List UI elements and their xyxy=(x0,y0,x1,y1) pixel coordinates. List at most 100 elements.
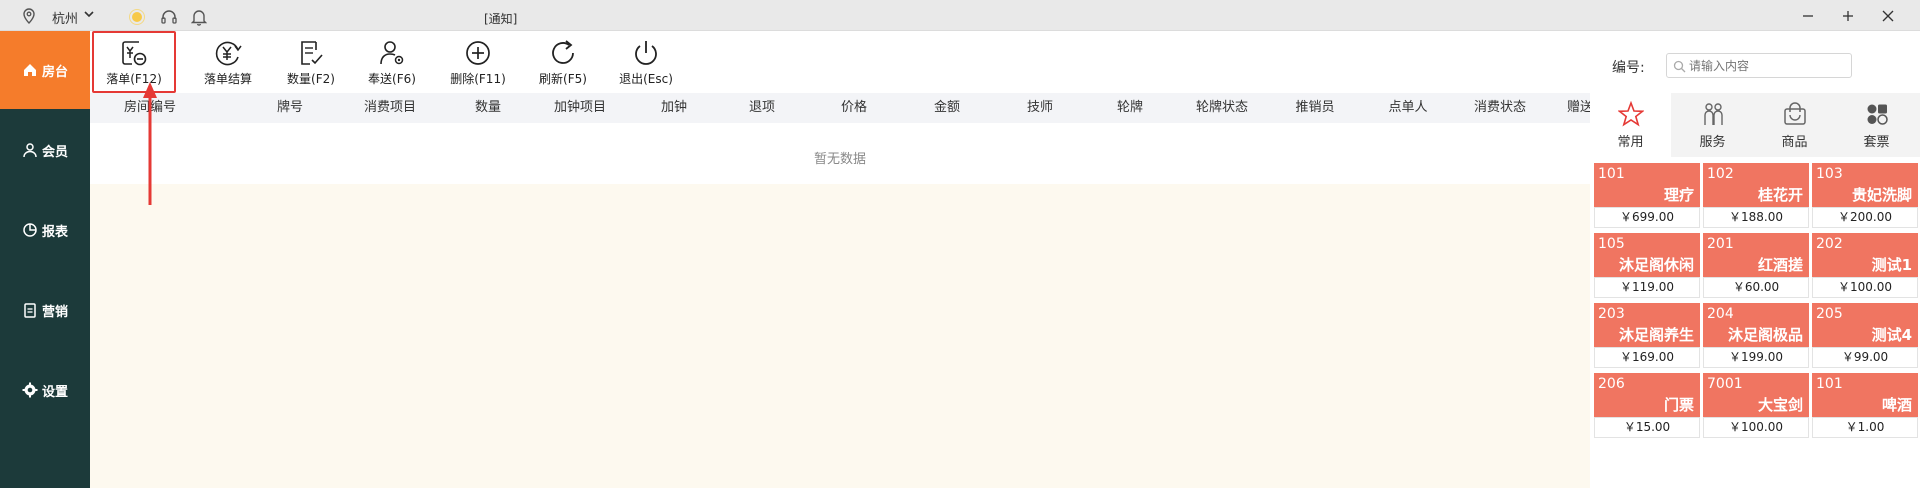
column-header: 牌号 xyxy=(276,100,303,115)
product-code: 203 xyxy=(1598,306,1625,322)
product-code: 101 xyxy=(1816,376,1843,392)
sidebar-item-settings[interactable]: 设置 xyxy=(0,351,90,429)
people-icon xyxy=(1703,102,1723,125)
notice-link[interactable]: [通知] xyxy=(484,10,517,27)
product-card[interactable]: 103 贵妃洗脚 ￥200.00 xyxy=(1812,163,1918,228)
star-icon xyxy=(1617,100,1644,127)
annotation-arrow xyxy=(143,82,157,205)
yen-minus-icon xyxy=(122,40,147,65)
clipboard-icon xyxy=(24,303,36,318)
column-header: 点单人 xyxy=(1388,100,1428,115)
user-icon xyxy=(23,143,37,158)
exit-button[interactable]: 退出(Esc) xyxy=(610,31,682,93)
column-header: 价格 xyxy=(840,100,867,115)
product-price: ￥188.00 xyxy=(1703,207,1809,228)
bell-icon[interactable] xyxy=(191,8,207,26)
tab-goods[interactable]: 商品 xyxy=(1754,93,1835,157)
product-card[interactable]: 105 沐足阁休闲 ￥119.00 xyxy=(1594,233,1700,298)
tool-label: 退出(Esc) xyxy=(619,71,673,86)
product-card[interactable]: 204 沐足阁极品 ￥199.00 xyxy=(1703,303,1809,368)
gift-button[interactable]: 奉送(F6) xyxy=(356,31,428,93)
sidebar-item-report[interactable]: 报表 xyxy=(0,191,90,269)
product-price: ￥100.00 xyxy=(1703,417,1809,438)
toolbar: 落单(F12) 落单结算 数量(F2) 奉送(F6) 删除(F11) 刷新(F5… xyxy=(90,31,1920,93)
product-card-header: 101 啤酒 xyxy=(1812,373,1918,417)
search-input[interactable] xyxy=(1689,56,1847,75)
product-card[interactable]: 206 门票 ￥15.00 xyxy=(1594,373,1700,438)
product-card-header: 206 门票 xyxy=(1594,373,1700,417)
tab-label: 常用 xyxy=(1617,134,1644,150)
column-header: 轮牌状态 xyxy=(1195,100,1248,115)
city-selector[interactable]: 杭州 xyxy=(52,8,78,27)
product-card[interactable]: 102 桂花开 ￥188.00 xyxy=(1703,163,1809,228)
product-card[interactable]: 7001 大宝剑 ￥100.00 xyxy=(1703,373,1809,438)
product-price: ￥100.00 xyxy=(1812,277,1918,298)
close-icon[interactable] xyxy=(1878,6,1898,26)
sidebar-item-room[interactable]: 房台 xyxy=(0,31,90,109)
lightbulb-icon[interactable] xyxy=(128,8,146,26)
column-header: 消费项目 xyxy=(363,100,416,115)
product-card[interactable]: 202 测试1 ￥100.00 xyxy=(1812,233,1918,298)
empty-state-text: 暂无数据 xyxy=(813,152,866,167)
product-panel: 常用 服务 商品 套票 101 理疗 ￥699.00 102 桂花开 ￥188.00… xyxy=(1590,93,1920,488)
product-name: 啤酒 xyxy=(1881,396,1912,414)
refresh-button[interactable]: 刷新(F5) xyxy=(530,31,596,93)
headset-icon[interactable] xyxy=(160,8,178,26)
delete-button[interactable]: 删除(F11) xyxy=(440,31,516,93)
product-price: ￥60.00 xyxy=(1703,277,1809,298)
sidebar-item-label: 房台 xyxy=(41,64,68,80)
sidebar-item-marketing[interactable]: 营销 xyxy=(0,271,90,349)
product-name: 沐足阁极品 xyxy=(1727,326,1803,344)
sidebar-item-member[interactable]: 会员 xyxy=(0,111,90,189)
tab-label: 套票 xyxy=(1863,134,1890,150)
product-name: 门票 xyxy=(1663,396,1694,414)
place-order-button[interactable]: 落单(F12) xyxy=(92,31,176,93)
product-card-header: 203 沐足阁养生 xyxy=(1594,303,1700,347)
title-bar: 杭州 [通知] xyxy=(0,0,1920,31)
product-name: 红酒搓 xyxy=(1757,256,1803,274)
order-checkout-button[interactable]: 落单结算 xyxy=(190,31,266,93)
product-card-header: 202 测试1 xyxy=(1812,233,1918,277)
product-code: 105 xyxy=(1598,236,1625,252)
gear-icon xyxy=(22,382,38,398)
product-card[interactable]: 201 红酒搓 ￥60.00 xyxy=(1703,233,1809,298)
product-name: 测试1 xyxy=(1871,256,1912,274)
chevron-down-icon[interactable] xyxy=(84,9,94,19)
tab-common[interactable]: 常用 xyxy=(1590,93,1671,157)
sidebar-item-label: 设置 xyxy=(41,384,68,400)
sidebar: 房台 会员 报表 营销 设置 xyxy=(0,31,90,488)
product-code: 102 xyxy=(1707,166,1734,182)
product-card-header: 102 桂花开 xyxy=(1703,163,1809,207)
product-code: 201 xyxy=(1707,236,1734,252)
product-code: 205 xyxy=(1816,306,1843,322)
search-box[interactable] xyxy=(1666,53,1852,78)
minimize-icon[interactable] xyxy=(1798,6,1818,26)
tool-label: 删除(F11) xyxy=(450,71,506,86)
product-card[interactable]: 203 沐足阁养生 ￥169.00 xyxy=(1594,303,1700,368)
product-card[interactable]: 101 理疗 ￥699.00 xyxy=(1594,163,1700,228)
product-name: 测试4 xyxy=(1871,326,1912,344)
product-card[interactable]: 101 啤酒 ￥1.00 xyxy=(1812,373,1918,438)
tool-label: 落单结算 xyxy=(203,71,252,86)
search-icon xyxy=(1673,60,1686,73)
product-code: 101 xyxy=(1598,166,1625,182)
quantity-button[interactable]: 数量(F2) xyxy=(276,31,346,93)
column-header: 退项 xyxy=(748,100,775,115)
user-gear-icon xyxy=(380,40,404,64)
product-name: 沐足阁养生 xyxy=(1618,326,1694,344)
column-header: 轮牌 xyxy=(1116,100,1143,115)
product-price: ￥99.00 xyxy=(1812,347,1918,368)
product-card-header: 7001 大宝剑 xyxy=(1703,373,1809,417)
maximize-icon[interactable] xyxy=(1838,6,1858,26)
tab-package[interactable]: 套票 xyxy=(1836,93,1917,157)
product-card-header: 205 测试4 xyxy=(1812,303,1918,347)
tab-service[interactable]: 服务 xyxy=(1672,93,1753,157)
power-icon xyxy=(635,40,657,65)
column-header: 数量 xyxy=(474,100,501,115)
product-code: 202 xyxy=(1816,236,1843,252)
product-price: ￥699.00 xyxy=(1594,207,1700,228)
product-price: ￥200.00 xyxy=(1812,207,1918,228)
location-pin-icon[interactable] xyxy=(22,8,36,24)
product-card-header: 105 沐足阁休闲 xyxy=(1594,233,1700,277)
product-card[interactable]: 205 测试4 ￥99.00 xyxy=(1812,303,1918,368)
